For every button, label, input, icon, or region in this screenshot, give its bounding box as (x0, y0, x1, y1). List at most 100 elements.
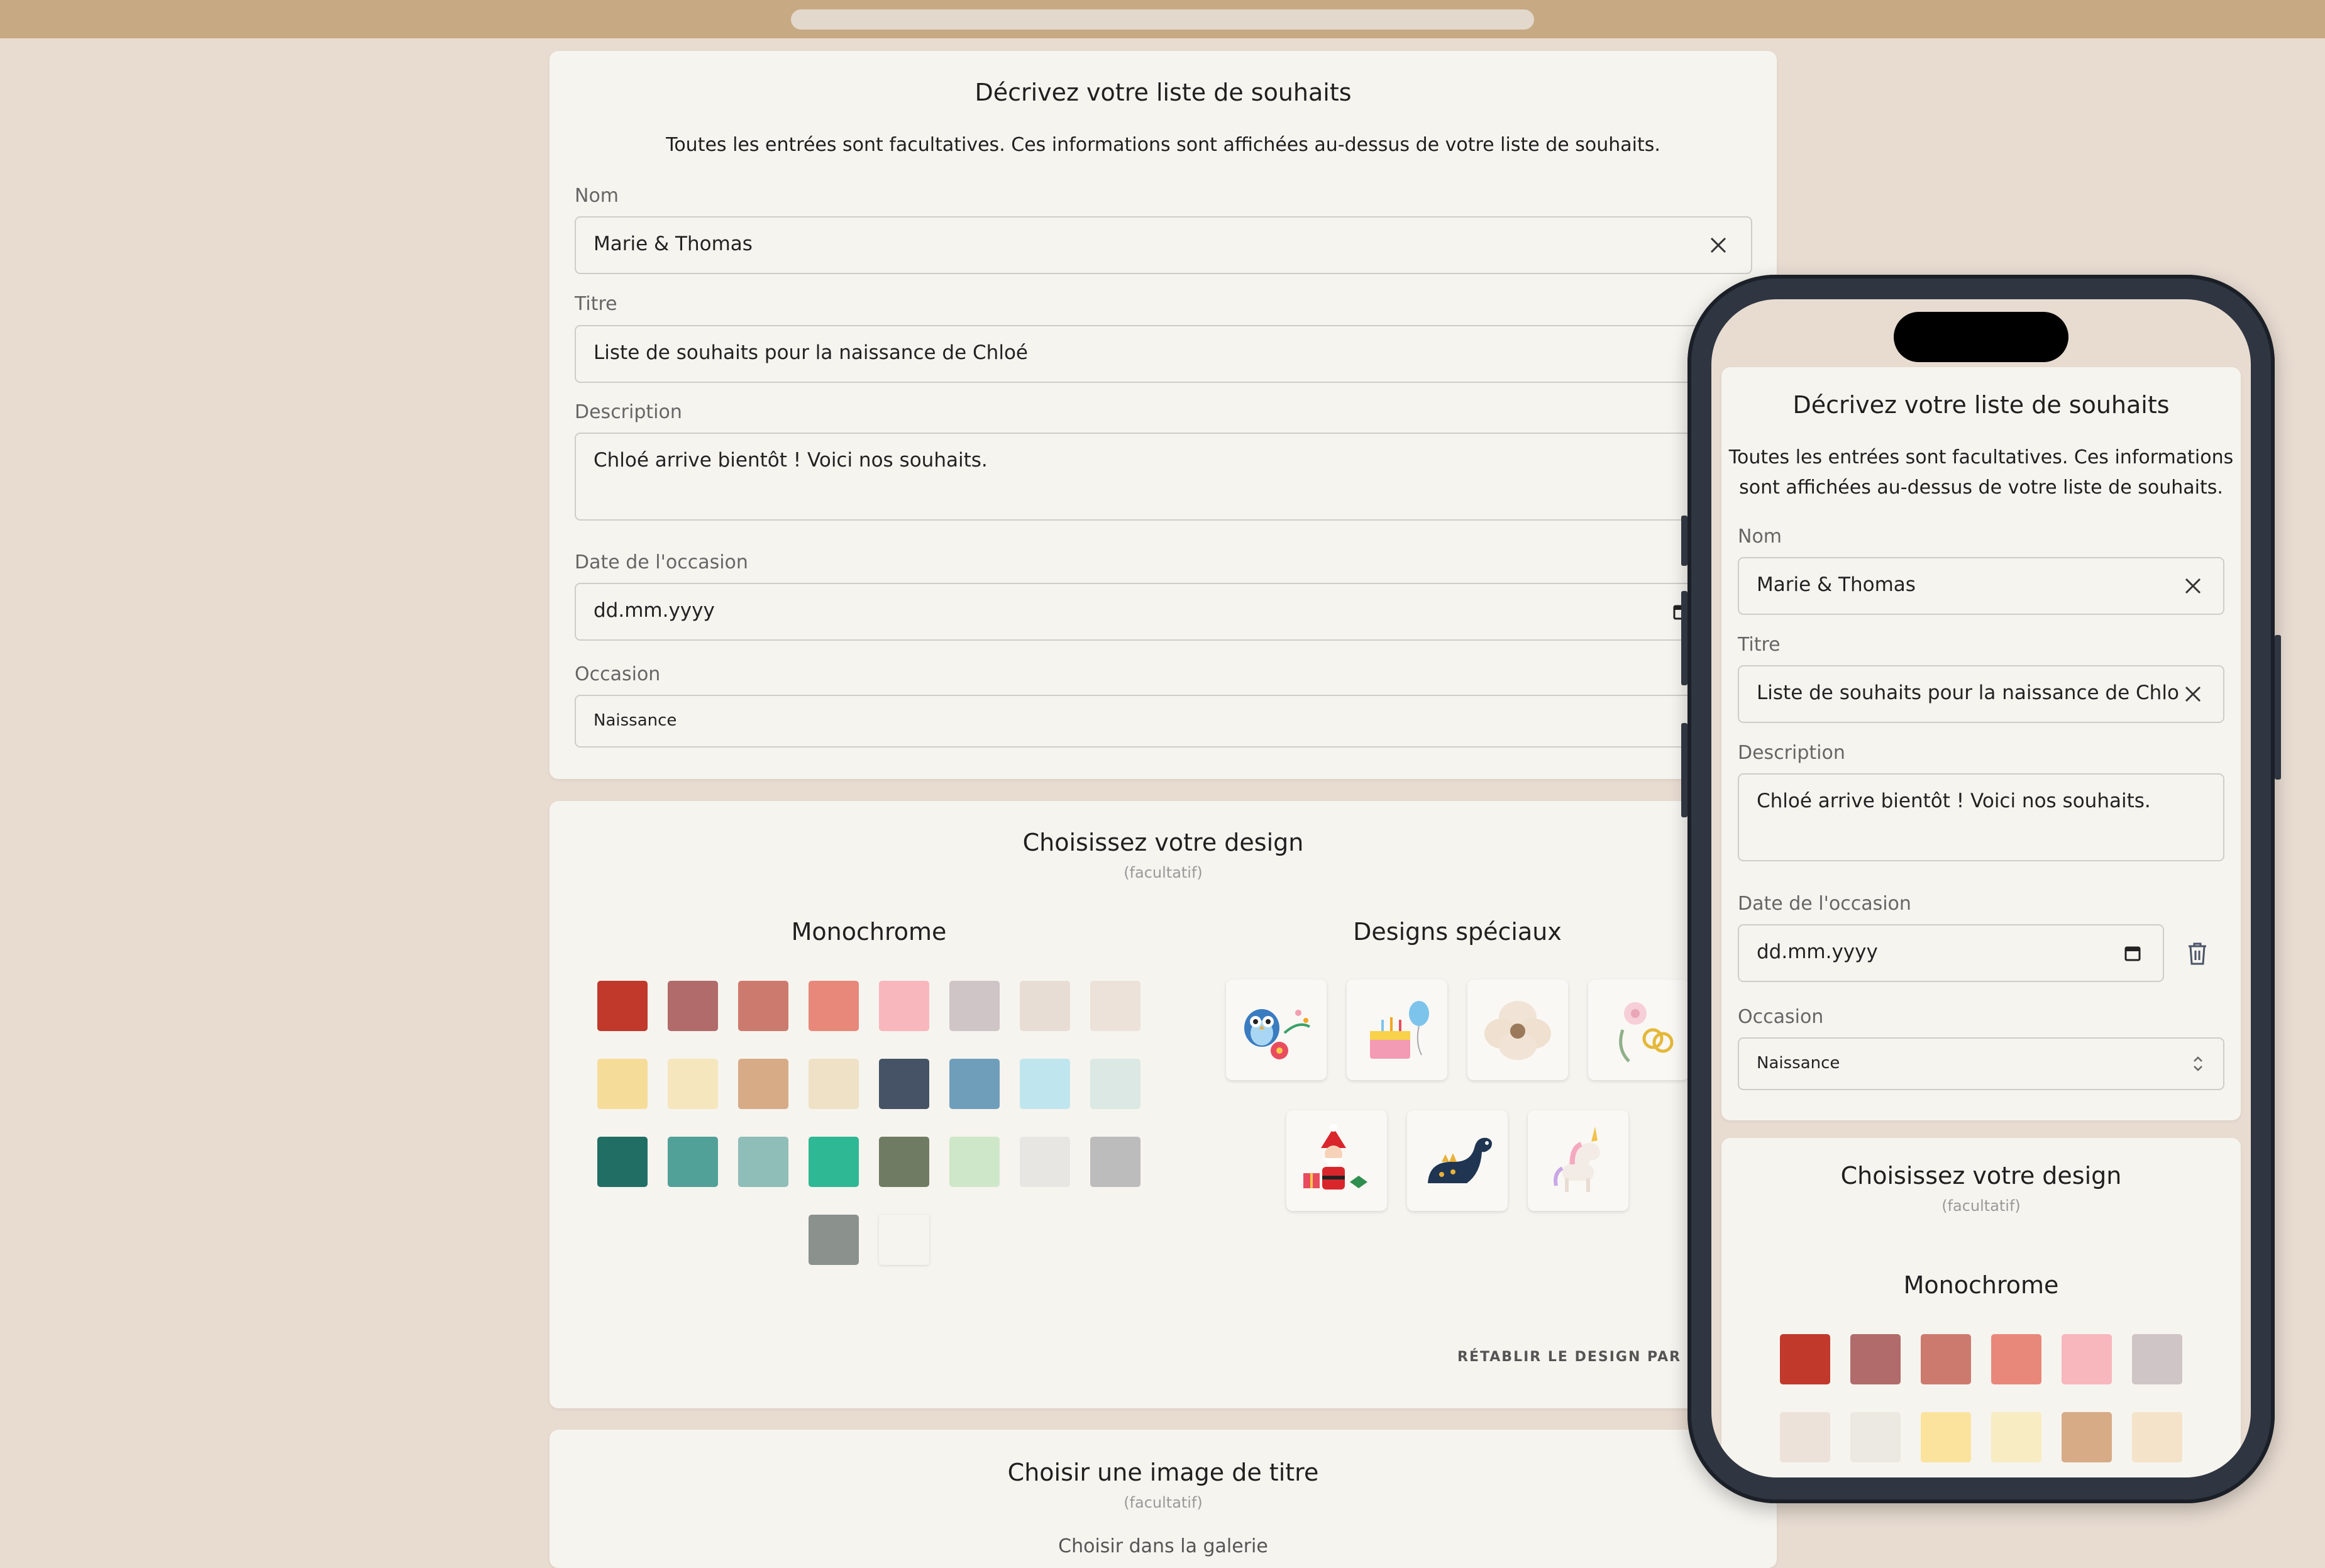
color-swatch[interactable] (1991, 1334, 2041, 1384)
flower-icon (1484, 1001, 1551, 1060)
phone-design-card: Choisissez votre design (facultatif) Mon… (1721, 1138, 2241, 1477)
occasion-select[interactable]: Naissance (575, 695, 1752, 748)
color-swatch[interactable] (668, 1059, 718, 1109)
color-swatch[interactable] (949, 981, 1000, 1031)
occasion-value: Naissance (594, 711, 677, 730)
unicorn-icon (1554, 1127, 1600, 1192)
owl-flowers-icon (1244, 1009, 1310, 1059)
phone-name-label: Nom (1738, 526, 1782, 548)
special-design-owl[interactable] (1226, 980, 1327, 1080)
reset-design-button[interactable]: RÉTABLIR LE DESIGN PAR DÉ (1457, 1349, 1711, 1365)
color-swatch[interactable] (879, 1137, 929, 1187)
date-input[interactable]: dd.mm.yyyy (575, 583, 1752, 641)
date-placeholder: dd.mm.yyyy (594, 599, 715, 622)
phone-design-title: Choisissez votre design (1840, 1162, 2122, 1190)
color-swatch[interactable] (2132, 1334, 2182, 1384)
phone-occasion-label: Occasion (1738, 1006, 1824, 1028)
description-value: Chloé arrive bientôt ! Voici nos souhait… (594, 449, 988, 472)
color-swatch[interactable] (879, 1059, 929, 1109)
phone-date-label: Date de l'occasion (1738, 893, 1911, 915)
trash-icon[interactable] (2180, 937, 2214, 971)
name-input[interactable]: Marie & Thomas (575, 216, 1752, 274)
phone-title-input[interactable]: Liste de souhaits pour la naissance de C… (1738, 665, 2224, 723)
clear-icon[interactable] (1704, 231, 1732, 259)
clear-icon[interactable] (2179, 572, 2207, 600)
occasion-label: Occasion (575, 663, 661, 685)
special-design-flower[interactable] (1467, 980, 1568, 1080)
header-image-card: Choisir une image de titre (facultatif) … (549, 1430, 1777, 1568)
phone-describe-card: Décrivez votre liste de souhaits Toutes … (1721, 367, 2241, 1120)
phone-side-button (2275, 635, 2281, 780)
monochrome-title: Monochrome (791, 918, 947, 946)
color-swatch[interactable] (809, 1137, 859, 1187)
phone-side-button (1681, 723, 1687, 817)
dynamic-island (1894, 312, 2068, 362)
color-swatch[interactable] (668, 1137, 718, 1187)
color-swatch[interactable] (1090, 981, 1140, 1031)
special-design-unicorn[interactable] (1528, 1110, 1628, 1211)
color-swatch[interactable] (1020, 1137, 1070, 1187)
header-image-optional: (facultatif) (1124, 1494, 1203, 1511)
color-swatch[interactable] (668, 981, 718, 1031)
color-swatch[interactable] (2062, 1412, 2112, 1462)
color-swatch[interactable] (949, 1137, 1000, 1187)
phone-occasion-select[interactable]: Naissance (1738, 1037, 2224, 1090)
title-input[interactable]: Liste de souhaits pour la naissance de C… (575, 325, 1752, 383)
address-bar[interactable] (791, 9, 1534, 30)
phone-date-placeholder: dd.mm.yyyy (1757, 941, 1878, 963)
phone-name-input[interactable]: Marie & Thomas (1738, 557, 2224, 615)
color-swatch[interactable] (1921, 1334, 1971, 1384)
color-swatch[interactable] (879, 1215, 929, 1265)
phone-date-input[interactable]: dd.mm.yyyy (1738, 924, 2164, 982)
date-label: Date de l'occasion (575, 551, 748, 573)
color-swatch[interactable] (1850, 1412, 1901, 1462)
color-swatch[interactable] (809, 981, 859, 1031)
design-title: Choisissez votre design (1022, 829, 1304, 856)
color-swatch[interactable] (2062, 1334, 2112, 1384)
color-swatch[interactable] (597, 1137, 648, 1187)
calendar-icon[interactable] (2119, 939, 2146, 967)
phone-occasion-value: Naissance (1757, 1054, 1840, 1073)
color-swatch[interactable] (1020, 1059, 1070, 1109)
color-swatch[interactable] (1780, 1412, 1830, 1462)
color-swatch[interactable] (809, 1059, 859, 1109)
color-swatch[interactable] (2132, 1412, 2182, 1462)
color-swatch[interactable] (738, 1059, 788, 1109)
color-swatch[interactable] (738, 1137, 788, 1187)
birthday-cake-icon (1370, 1001, 1429, 1059)
phone-name-value: Marie & Thomas (1757, 573, 1916, 596)
phone-describe-title: Décrivez votre liste de souhaits (1792, 391, 2170, 419)
phone-side-button (1681, 591, 1687, 685)
browser-top-bar (0, 0, 2325, 38)
special-design-dinosaur[interactable] (1407, 1110, 1508, 1211)
phone-description-textarea[interactable]: Chloé arrive bientôt ! Voici nos souhait… (1738, 773, 2224, 861)
chevron-updown-icon (2185, 1051, 2211, 1076)
color-swatch[interactable] (1090, 1059, 1140, 1109)
special-design-birthday[interactable] (1347, 980, 1447, 1080)
color-swatch[interactable] (809, 1215, 859, 1265)
description-label: Description (575, 401, 682, 423)
color-swatch[interactable] (1090, 1137, 1140, 1187)
name-label: Nom (575, 185, 619, 207)
color-swatch[interactable] (1020, 981, 1070, 1031)
color-swatch[interactable] (1921, 1412, 1971, 1462)
special-design-santa[interactable] (1286, 1110, 1387, 1211)
special-design-rings[interactable] (1588, 980, 1689, 1080)
design-optional: (facultatif) (1124, 864, 1203, 881)
color-swatch[interactable] (597, 981, 648, 1031)
clear-icon[interactable] (2179, 680, 2207, 708)
describe-title: Décrivez votre liste de souhaits (975, 79, 1352, 106)
color-swatch[interactable] (949, 1059, 1000, 1109)
color-swatch[interactable] (597, 1059, 648, 1109)
description-textarea[interactable]: Chloé arrive bientôt ! Voici nos souhait… (575, 433, 1752, 521)
color-swatch[interactable] (738, 981, 788, 1031)
phone-description-value: Chloé arrive bientôt ! Voici nos souhait… (1757, 790, 2151, 812)
gallery-link[interactable]: Choisir dans la galerie (549, 1535, 1777, 1557)
color-swatch[interactable] (879, 981, 929, 1031)
dinosaur-icon (1428, 1137, 1492, 1183)
santa-icon (1303, 1124, 1367, 1190)
color-swatch[interactable] (1780, 1334, 1830, 1384)
color-swatch[interactable] (1991, 1412, 2041, 1462)
color-swatch[interactable] (1850, 1334, 1901, 1384)
phone-title-label: Titre (1738, 634, 1781, 656)
